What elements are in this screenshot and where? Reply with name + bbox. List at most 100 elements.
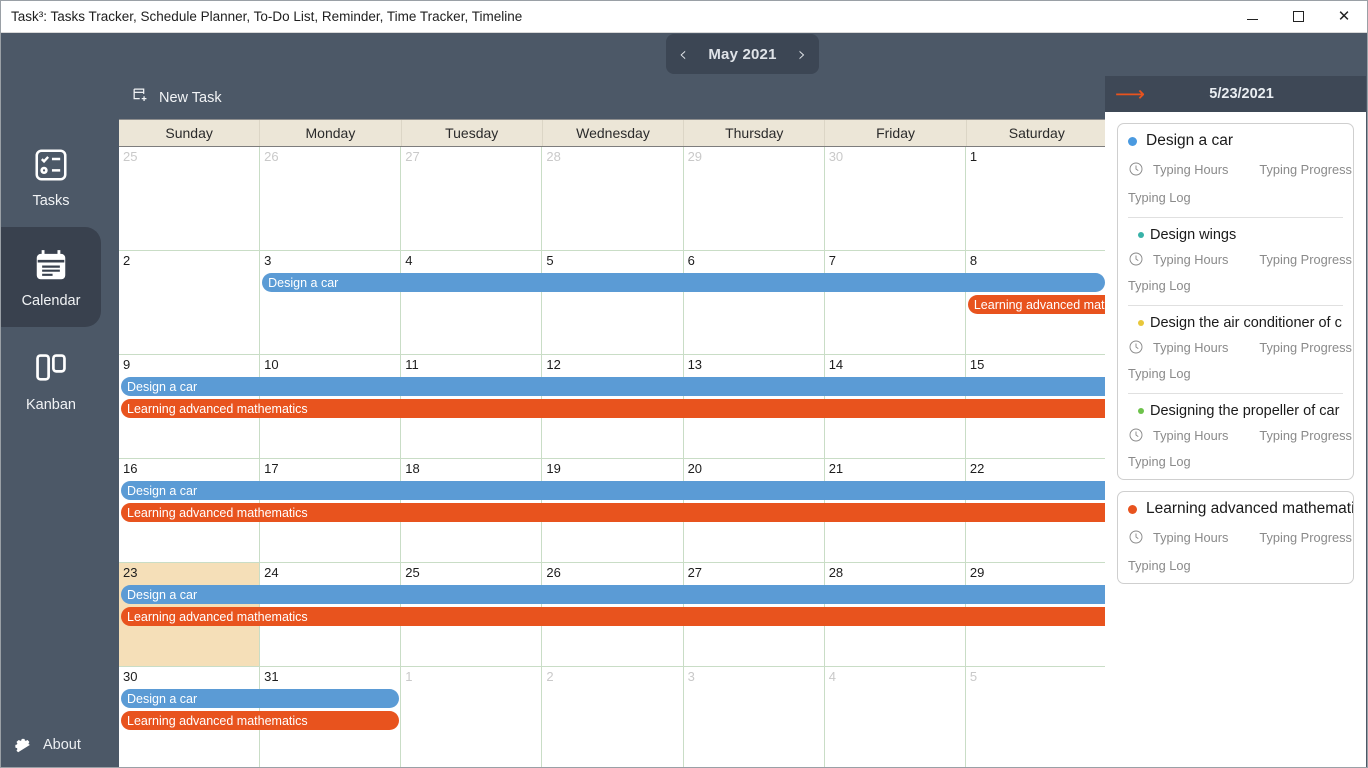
calendar-icon bbox=[32, 246, 70, 284]
calendar-day-cell[interactable]: 28 bbox=[542, 147, 684, 250]
calendar-day-cell[interactable]: 3 bbox=[684, 667, 825, 767]
calendar-day-cell[interactable]: 12 bbox=[542, 355, 684, 458]
typing-log-field[interactable]: Typing Log bbox=[1128, 190, 1343, 205]
new-task-button[interactable]: New Task bbox=[119, 76, 1107, 119]
calendar-day-cell[interactable]: 2 bbox=[119, 251, 261, 354]
calendar-day-cell[interactable]: 6 bbox=[684, 251, 825, 354]
calendar-day-cell[interactable]: 1 bbox=[401, 667, 543, 767]
calendar-day-cell[interactable]: 7 bbox=[825, 251, 966, 354]
calendar-day-cell[interactable]: 27 bbox=[401, 147, 543, 250]
typing-progress-field[interactable]: Typing Progress bbox=[1259, 252, 1351, 267]
calendar-day-cell[interactable]: 31 bbox=[260, 667, 402, 767]
calendar-day-cell[interactable]: 20 bbox=[684, 459, 825, 562]
calendar-day-cell[interactable]: 3 bbox=[260, 251, 402, 354]
task-detail-panel: ⟶ 5/23/2021 Design a car Typing Hours Typi… bbox=[1105, 76, 1366, 767]
calendar-day-cell[interactable]: 30 bbox=[825, 147, 966, 250]
typing-hours-field[interactable]: Typing Hours bbox=[1153, 340, 1228, 355]
sidebar-item-kanban[interactable]: Kanban bbox=[1, 331, 101, 431]
kanban-columns-icon bbox=[32, 350, 70, 388]
typing-progress-field[interactable]: Typing Progress bbox=[1259, 428, 1351, 443]
sidebar: Tasks Calendar Kanban About bbox=[1, 33, 119, 767]
subtask-item[interactable]: Design the air conditioner of c Typing Ho… bbox=[1128, 305, 1352, 381]
day-number: 20 bbox=[687, 461, 703, 476]
day-number: 31 bbox=[264, 669, 279, 684]
calendar-day-cell[interactable]: 22 bbox=[966, 459, 1107, 562]
calendar-day-cell[interactable]: 17 bbox=[260, 459, 402, 562]
minimize-button[interactable] bbox=[1229, 1, 1275, 33]
calendar-weeks: 25 26 27 28 29 30 1 2 3 4 5 6 7 8 Design a car Learning… bbox=[119, 146, 1107, 767]
calendar-day-cell[interactable]: 18 bbox=[401, 459, 543, 562]
day-number: 11 bbox=[405, 357, 419, 372]
typing-hours-field[interactable]: Typing Hours bbox=[1153, 252, 1228, 267]
calendar-day-cell[interactable]: 13 bbox=[684, 355, 825, 458]
maximize-button[interactable] bbox=[1275, 1, 1321, 33]
previous-month-icon[interactable]: ‹ bbox=[679, 44, 687, 64]
typing-hours-field[interactable]: Typing Hours bbox=[1153, 530, 1228, 545]
calendar-day-cell[interactable]: 26 bbox=[260, 147, 402, 250]
task-meta-row: Typing Hours Typing Progress bbox=[1128, 161, 1352, 177]
calendar-day-cell[interactable]: 30 bbox=[119, 667, 261, 767]
calendar-day-cell[interactable]: 25 bbox=[119, 147, 261, 250]
clock-icon bbox=[1128, 529, 1144, 545]
calendar-week-row: 30 31 1 2 3 4 5 Design a car Learning advanced m… bbox=[119, 667, 1107, 767]
right-arrow-icon[interactable]: ⟶ bbox=[1115, 83, 1145, 105]
task-title[interactable]: Learning advanced mathemati bbox=[1128, 500, 1353, 518]
typing-progress-field[interactable]: Typing Progress bbox=[1259, 340, 1351, 355]
subtask-item[interactable]: Design wings Typing Hours Typing Progress T… bbox=[1128, 217, 1352, 293]
clock-icon bbox=[1128, 339, 1144, 355]
task-card[interactable]: Design a car Typing Hours Typing Progress T… bbox=[1117, 123, 1354, 480]
next-month-icon[interactable]: › bbox=[798, 44, 806, 64]
task-title[interactable]: Design a car bbox=[1128, 132, 1343, 150]
day-number: 13 bbox=[687, 357, 703, 372]
calendar-day-cell[interactable]: 14 bbox=[825, 355, 966, 458]
about-button[interactable]: About bbox=[1, 722, 119, 767]
calendar-day-cell[interactable]: 1 bbox=[966, 147, 1107, 250]
subtask-title[interactable]: Designing the propeller of car bbox=[1128, 403, 1343, 419]
day-number: 25 bbox=[123, 149, 138, 164]
calendar-day-cell[interactable]: 26 bbox=[542, 563, 684, 666]
calendar-day-cell-selected[interactable]: 23 bbox=[119, 563, 261, 666]
calendar-day-cell[interactable]: 29 bbox=[966, 563, 1107, 666]
subtask-title[interactable]: Design wings bbox=[1128, 227, 1343, 243]
calendar-day-cell[interactable]: 8 bbox=[966, 251, 1107, 354]
typing-log-field[interactable]: Typing Log bbox=[1128, 558, 1343, 573]
day-number: 12 bbox=[546, 357, 561, 372]
task-card[interactable]: Learning advanced mathemati Typing Hours T… bbox=[1117, 491, 1354, 584]
task-title-text: Learning advanced mathemati bbox=[1146, 500, 1354, 517]
subtask-title[interactable]: Design the air conditioner of c bbox=[1128, 315, 1343, 331]
calendar-day-cell[interactable]: 10 bbox=[260, 355, 402, 458]
typing-hours-field[interactable]: Typing Hours bbox=[1153, 428, 1228, 443]
calendar-day-cell[interactable]: 5 bbox=[542, 251, 684, 354]
calendar-day-cell[interactable]: 4 bbox=[401, 251, 543, 354]
calendar-weekday-header: Sunday Monday Tuesday Wednesday Thursday Frid… bbox=[119, 120, 1107, 146]
typing-hours-field[interactable]: Typing Hours bbox=[1153, 162, 1228, 177]
typing-log-field[interactable]: Typing Log bbox=[1128, 454, 1343, 469]
calendar-day-cell[interactable]: 19 bbox=[542, 459, 684, 562]
calendar-day-cell[interactable]: 4 bbox=[825, 667, 966, 767]
calendar-day-cell[interactable]: 27 bbox=[684, 563, 825, 666]
calendar-day-cell[interactable]: 15 bbox=[966, 355, 1107, 458]
calendar-day-cell[interactable]: 11 bbox=[401, 355, 543, 458]
typing-log-field[interactable]: Typing Log bbox=[1128, 366, 1343, 381]
subtask-item[interactable]: Designing the propeller of car Typing Hou… bbox=[1128, 393, 1352, 469]
day-number: 1 bbox=[969, 149, 978, 164]
typing-progress-field[interactable]: Typing Progress bbox=[1259, 162, 1351, 177]
calendar-day-cell[interactable]: 29 bbox=[684, 147, 825, 250]
calendar-day-cell[interactable]: 28 bbox=[825, 563, 966, 666]
calendar-day-cell[interactable]: 16 bbox=[119, 459, 261, 562]
gear-icon bbox=[14, 734, 33, 757]
calendar-day-cell[interactable]: 24 bbox=[260, 563, 402, 666]
calendar-day-cell[interactable]: 21 bbox=[825, 459, 966, 562]
calendar-day-cell[interactable]: 2 bbox=[542, 667, 684, 767]
typing-log-field[interactable]: Typing Log bbox=[1128, 278, 1343, 293]
close-button[interactable]: ✕ bbox=[1321, 1, 1367, 33]
day-number: 28 bbox=[546, 149, 561, 164]
calendar-day-cell[interactable]: 9 bbox=[119, 355, 261, 458]
sidebar-item-tasks[interactable]: Tasks bbox=[1, 127, 101, 227]
calendar-day-cell[interactable]: 5 bbox=[966, 667, 1107, 767]
typing-progress-field[interactable]: Typing Progress bbox=[1259, 530, 1351, 545]
sidebar-item-calendar[interactable]: Calendar bbox=[1, 227, 101, 327]
calendar-week-row: 2 3 4 5 6 7 8 Design a car Learning advanced mat… bbox=[119, 251, 1107, 355]
calendar-day-cell[interactable]: 25 bbox=[401, 563, 543, 666]
task-title-text: Design the air conditioner of c bbox=[1150, 315, 1342, 331]
